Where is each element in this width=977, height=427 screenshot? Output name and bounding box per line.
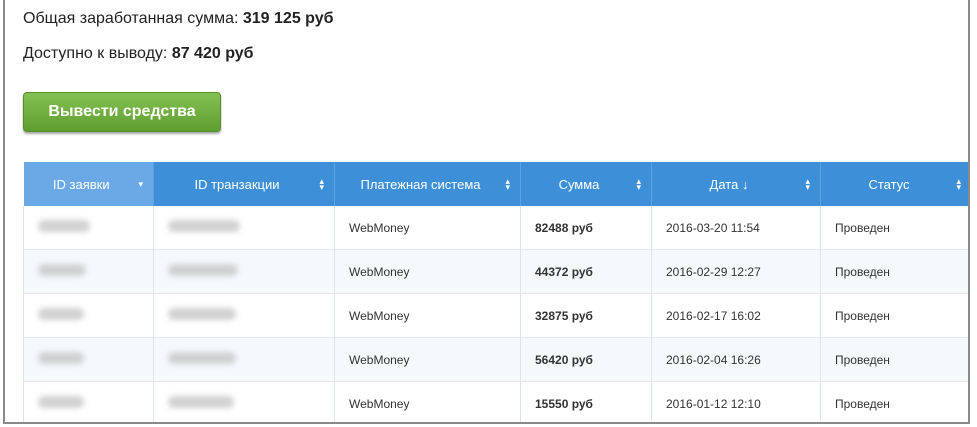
table-row: WebMoney 56420 руб 2016-02-04 16:26 Пров… bbox=[23, 337, 968, 382]
date-cell: 2016-02-29 12:27 bbox=[651, 249, 821, 294]
amount-cell: 56420 руб bbox=[520, 337, 652, 382]
sort-arrows-icon: ▴ ▾ bbox=[319, 176, 324, 192]
redacted-value bbox=[38, 352, 84, 364]
transaction-id-cell bbox=[153, 381, 335, 422]
date-cell: 2016-03-20 11:54 bbox=[651, 206, 821, 250]
available-value: 87 420 руб bbox=[171, 45, 254, 62]
status-cell: Проведен bbox=[820, 381, 968, 422]
available-label: Доступно к выводу: bbox=[23, 45, 168, 62]
column-header-payment-system[interactable]: Платежная система ▴ ▾ bbox=[334, 162, 521, 206]
redacted-value bbox=[168, 264, 238, 276]
transaction-id-cell bbox=[153, 249, 335, 294]
sort-arrows-icon: ▴ ▾ bbox=[805, 176, 810, 192]
sort-arrows-icon: ▴ ▾ bbox=[956, 176, 961, 192]
redacted-value bbox=[38, 220, 90, 232]
request-id-cell bbox=[23, 337, 154, 382]
sort-arrows-icon: ▴ ▾ bbox=[636, 176, 641, 192]
status-cell: Проведен bbox=[820, 249, 968, 294]
date-cell: 2016-01-12 12:10 bbox=[651, 381, 821, 422]
total-earned: Общая заработанная сумма: 319 125 руб bbox=[23, 10, 334, 28]
column-header-amount[interactable]: Сумма ▴ ▾ bbox=[520, 162, 652, 206]
amount-cell: 44372 руб bbox=[520, 249, 652, 294]
date-cell: 2016-02-04 16:26 bbox=[651, 337, 821, 382]
redacted-value bbox=[168, 396, 234, 408]
redacted-value bbox=[168, 220, 240, 232]
redacted-value bbox=[38, 264, 86, 276]
content-panel: Общая заработанная сумма: 319 125 руб До… bbox=[3, 0, 970, 424]
amount-cell: 82488 руб bbox=[520, 206, 652, 250]
column-header-date[interactable]: Дата ↓ ▴ ▾ bbox=[651, 162, 821, 206]
table-header-row: ID заявки ▾ ID транзакции ▴ ▾ Платежная с… bbox=[23, 162, 968, 206]
table-row: WebMoney 82488 руб 2016-03-20 11:54 Пров… bbox=[23, 206, 968, 250]
date-cell: 2016-02-17 16:02 bbox=[651, 293, 821, 338]
total-earned-value: 319 125 руб bbox=[242, 10, 334, 27]
redacted-value bbox=[168, 352, 236, 364]
column-header-request-id[interactable]: ID заявки ▾ bbox=[23, 162, 154, 206]
column-header-status[interactable]: Статус ▴ ▾ bbox=[820, 162, 968, 206]
redacted-value bbox=[38, 396, 84, 408]
payment-system-cell: WebMoney bbox=[334, 337, 521, 382]
total-earned-label: Общая заработанная сумма: bbox=[23, 10, 239, 27]
payment-system-cell: WebMoney bbox=[334, 381, 521, 422]
transaction-id-cell bbox=[153, 293, 335, 338]
payment-system-cell: WebMoney bbox=[334, 206, 521, 250]
status-cell: Проведен bbox=[820, 337, 968, 382]
request-id-cell bbox=[23, 206, 154, 250]
redacted-value bbox=[168, 308, 236, 320]
sort-arrows-icon: ▴ ▾ bbox=[505, 176, 510, 192]
payment-system-cell: WebMoney bbox=[334, 249, 521, 294]
payment-system-cell: WebMoney bbox=[334, 293, 521, 338]
status-cell: Проведен bbox=[820, 293, 968, 338]
withdraw-button[interactable]: Вывести средства bbox=[23, 92, 221, 132]
table-row: WebMoney 15550 руб 2016-01-12 12:10 Пров… bbox=[23, 381, 968, 422]
table-row: WebMoney 44372 руб 2016-02-29 12:27 Пров… bbox=[23, 249, 968, 294]
column-header-transaction-id[interactable]: ID транзакции ▴ ▾ bbox=[153, 162, 335, 206]
request-id-cell bbox=[23, 249, 154, 294]
request-id-cell bbox=[23, 293, 154, 338]
status-cell: Проведен bbox=[820, 206, 968, 250]
withdrawal-requests-table: ID заявки ▾ ID транзакции ▴ ▾ Платежная с… bbox=[23, 162, 968, 422]
available-withdrawal: Доступно к выводу: 87 420 руб bbox=[23, 45, 254, 63]
request-id-cell bbox=[23, 381, 154, 422]
amount-cell: 32875 руб bbox=[520, 293, 652, 338]
table-row: WebMoney 32875 руб 2016-02-17 16:02 Пров… bbox=[23, 293, 968, 338]
transaction-id-cell bbox=[153, 206, 335, 250]
sort-desc-icon: ▾ bbox=[138, 179, 143, 189]
amount-cell: 15550 руб bbox=[520, 381, 652, 422]
transaction-id-cell bbox=[153, 337, 335, 382]
redacted-value bbox=[38, 308, 84, 320]
